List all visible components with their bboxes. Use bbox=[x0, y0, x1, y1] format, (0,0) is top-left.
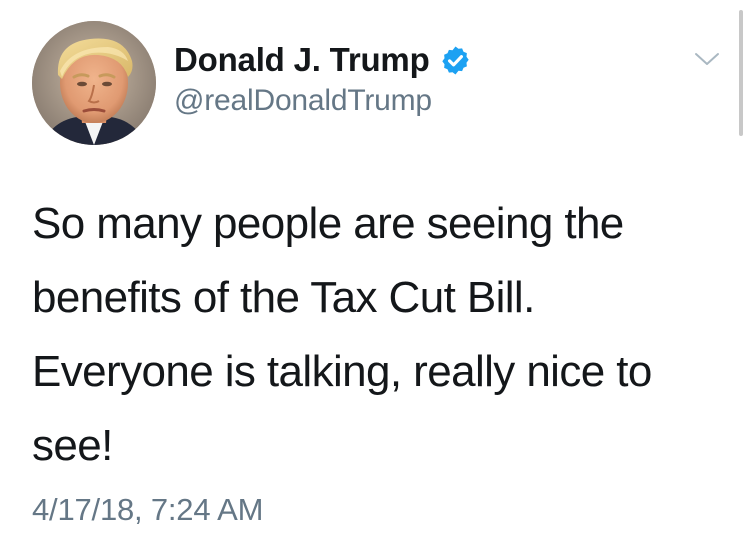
tweet-timestamp[interactable]: 4/17/18, 7:24 AM bbox=[32, 492, 263, 528]
display-name[interactable]: Donald J. Trump bbox=[174, 41, 430, 79]
tweet-text-line: see! bbox=[32, 421, 113, 470]
author-name-row: Donald J. Trump bbox=[174, 37, 471, 83]
tweet-text-line: benefits of the Tax Cut Bill. bbox=[32, 273, 535, 322]
avatar[interactable] bbox=[32, 21, 156, 145]
tweet-text-line: So many people are seeing the bbox=[32, 199, 624, 248]
verified-badge-icon bbox=[440, 45, 471, 76]
tweet-text: So many people are seeing the benefits o… bbox=[32, 187, 732, 483]
tweet-text-line: Everyone is talking, really nice to bbox=[32, 347, 652, 396]
avatar-portrait-icon bbox=[32, 21, 156, 145]
scrollbar[interactable] bbox=[739, 10, 743, 136]
author-handle[interactable]: @realDonaldTrump bbox=[174, 84, 432, 118]
chevron-down-icon[interactable] bbox=[693, 48, 721, 70]
